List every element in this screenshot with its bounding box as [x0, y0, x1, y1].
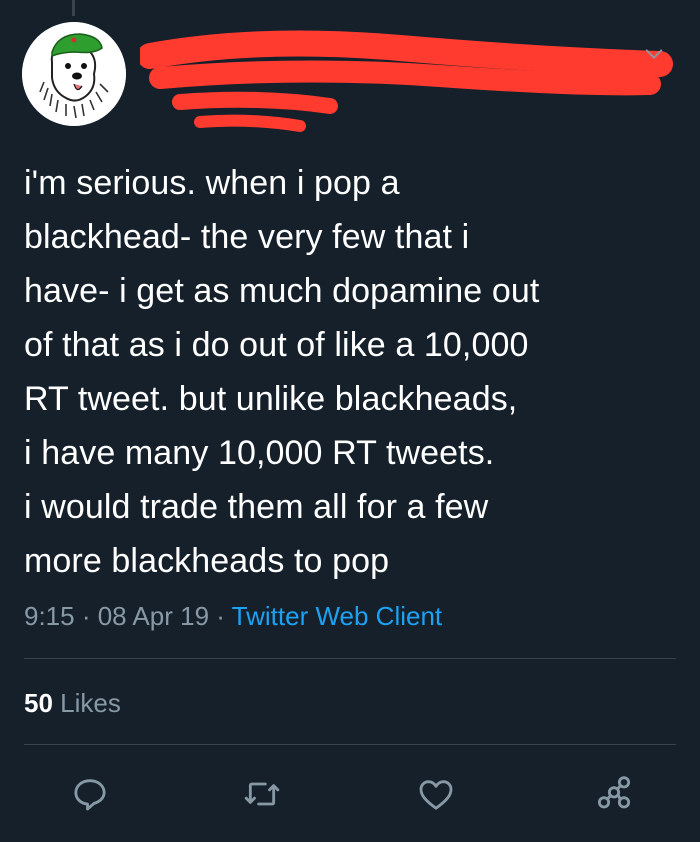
tweet-text-line: i would trade them all for a few	[24, 488, 489, 526]
author-display-name[interactable]	[144, 44, 618, 80]
tweet-text-line: of that as i do out of like a 10,000	[24, 326, 529, 364]
tweet-text-line: i have many 10,000 RT tweets.	[24, 434, 495, 472]
reply-icon	[74, 779, 106, 811]
divider	[24, 744, 676, 745]
tweet-header	[22, 18, 678, 132]
tweet-client-link[interactable]: Twitter Web Client	[232, 601, 442, 631]
more-options-button[interactable]	[640, 40, 668, 68]
share-button[interactable]	[586, 766, 642, 822]
tweet-text-line: have- i get as much dopamine out	[24, 272, 540, 310]
meta-separator: ·	[209, 601, 232, 631]
author-handle[interactable]	[144, 86, 618, 118]
tweet-actions-bar	[0, 766, 700, 822]
tweet-detail: i'm serious. when i pop a blackhead- the…	[0, 0, 700, 842]
retweet-icon	[244, 782, 280, 806]
meta-separator: ·	[74, 601, 98, 631]
dog-with-green-beret-icon	[22, 22, 126, 126]
author-names	[144, 44, 618, 118]
tweet-metadata: 9:15 · 08 Apr 19 · Twitter Web Client	[24, 598, 442, 634]
tweet-text-line: blackhead- the very few that i	[24, 218, 470, 256]
like-button[interactable]	[408, 766, 464, 822]
likes-label: Likes	[60, 688, 121, 718]
tweet-text-line: i'm serious. when i pop a	[24, 164, 400, 202]
divider	[24, 658, 676, 659]
tweet-time[interactable]: 9:15	[24, 601, 75, 631]
tweet-date[interactable]: 08 Apr 19	[98, 601, 209, 631]
tweet-text: i'm serious. when i pop a blackhead- the…	[24, 156, 684, 588]
share-icon	[597, 776, 631, 809]
retweet-button[interactable]	[234, 766, 290, 822]
tweet-text-line: RT tweet. but unlike blackheads,	[24, 380, 518, 418]
likes-count: 50	[24, 688, 53, 718]
avatar[interactable]	[22, 22, 126, 126]
likes-stat[interactable]: 50 Likes	[24, 685, 121, 721]
reply-button[interactable]	[62, 766, 118, 822]
thread-connector-line	[72, 0, 75, 16]
chevron-down-icon	[645, 49, 663, 59]
heart-icon	[419, 780, 453, 810]
tweet-text-line: more blackheads to pop	[24, 542, 390, 580]
